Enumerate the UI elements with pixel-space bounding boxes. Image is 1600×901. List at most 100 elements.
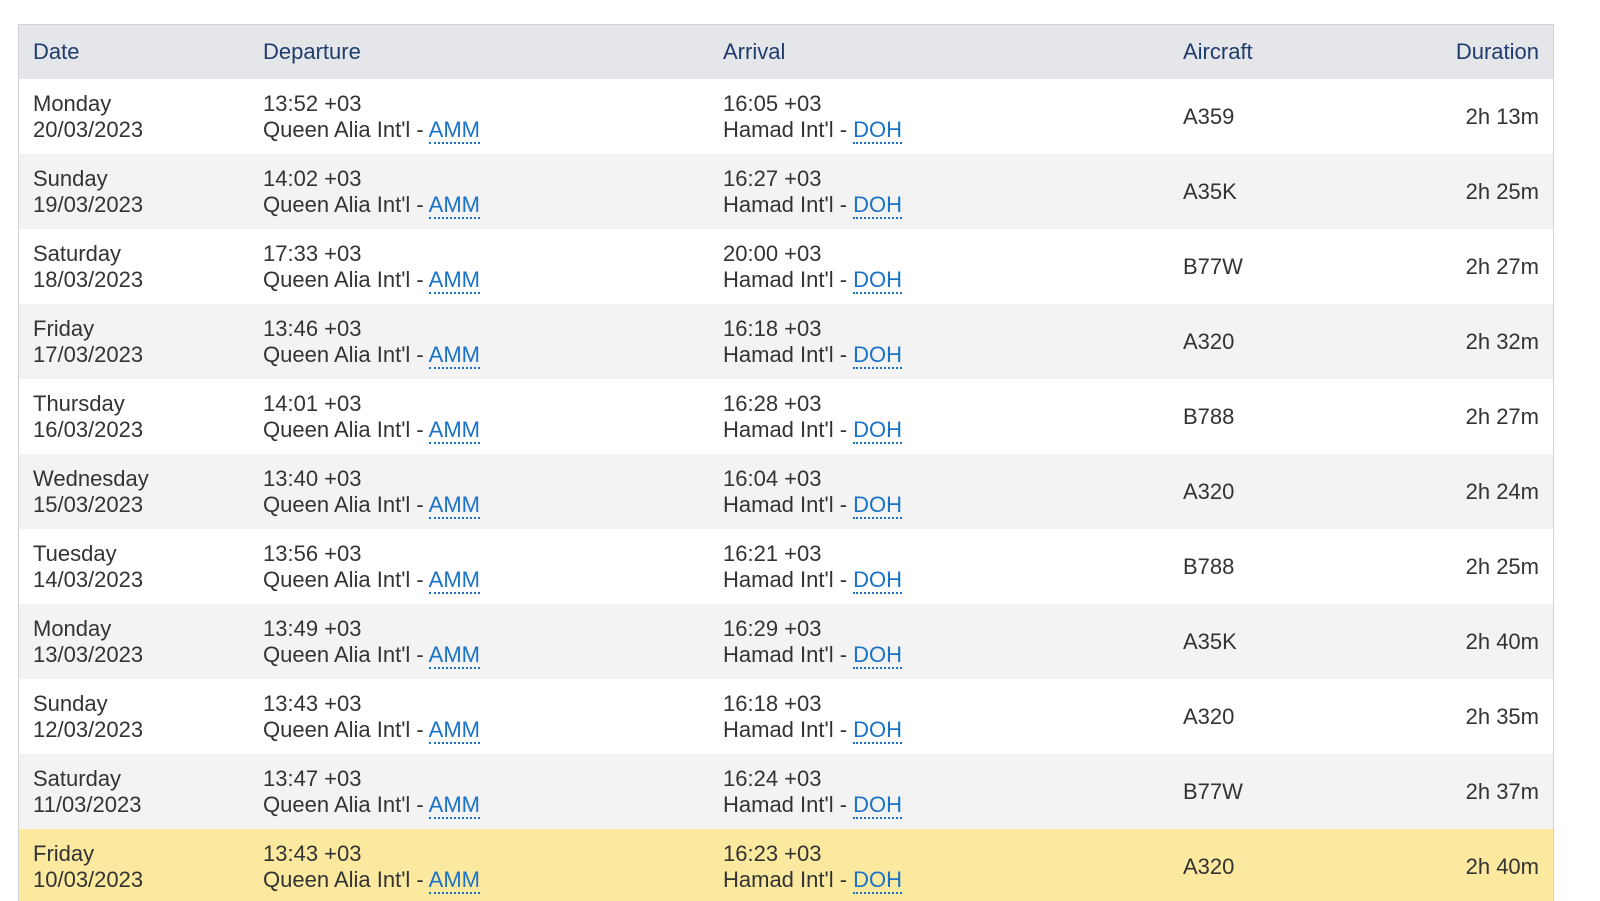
departure-airport-name: Queen Alia Int'l -	[263, 866, 429, 892]
arrival-airport: Hamad Int'l - DOH	[723, 716, 1169, 744]
column-header-duration[interactable]: Duration	[1389, 25, 1553, 79]
arrival-airport-name: Hamad Int'l -	[723, 116, 854, 142]
table-row[interactable]: Thursday 16/03/2023 14:01 +03 Queen Alia In…	[19, 379, 1553, 454]
departure-airport-code-link[interactable]: AMM	[428, 116, 480, 144]
date-cell: Saturday 11/03/2023	[19, 754, 249, 829]
departure-airport-code-link[interactable]: AMM	[428, 791, 480, 819]
table-row[interactable]: Monday 13/03/2023 13:49 +03 Queen Alia Int'…	[19, 604, 1553, 679]
arrival-airport: Hamad Int'l - DOH	[723, 866, 1169, 894]
weekday-text: Tuesday	[33, 540, 117, 566]
arrival-airport-code-link[interactable]: DOH	[853, 641, 903, 669]
departure-time: 13:47 +03	[263, 765, 362, 791]
aircraft-cell: A320	[1183, 328, 1235, 354]
arrival-airport-code-link[interactable]: DOH	[853, 191, 903, 219]
table-row[interactable]: Sunday 12/03/2023 13:43 +03 Queen Alia Int'…	[19, 679, 1553, 754]
departure-airport-code-link[interactable]: AMM	[428, 716, 480, 744]
date-cell: Friday 17/03/2023	[19, 304, 249, 379]
arrival-airport-code-link[interactable]: DOH	[853, 491, 903, 519]
departure-airport-code-link[interactable]: AMM	[428, 266, 480, 294]
aircraft-cell: B77W	[1183, 778, 1243, 804]
arrival-airport-name: Hamad Int'l -	[723, 866, 854, 892]
departure-cell: 13:46 +03 Queen Alia Int'l - AMM	[249, 304, 709, 379]
departure-airport: Queen Alia Int'l - AMM	[263, 491, 709, 519]
weekday-text: Sunday	[33, 690, 108, 716]
duration-cell: 2h 24m	[1465, 478, 1539, 504]
departure-airport-name: Queen Alia Int'l -	[263, 716, 429, 742]
date-cell: Sunday 12/03/2023	[19, 679, 249, 754]
arrival-airport-code-link[interactable]: DOH	[853, 566, 903, 594]
table-row-highlighted[interactable]: Friday 10/03/2023 13:43 +03 Queen Alia Int'…	[19, 829, 1553, 901]
arrival-airport-code-link[interactable]: DOH	[853, 116, 903, 144]
arrival-airport-code-link[interactable]: DOH	[853, 416, 903, 444]
arrival-time: 16:27 +03	[723, 165, 822, 191]
table-row[interactable]: Tuesday 14/03/2023 13:56 +03 Queen Alia Int…	[19, 529, 1553, 604]
departure-airport-code-link[interactable]: AMM	[428, 341, 480, 369]
departure-airport-code-link[interactable]: AMM	[428, 416, 480, 444]
weekday-text: Friday	[33, 840, 95, 866]
arrival-airport-code-link[interactable]: DOH	[853, 341, 903, 369]
column-header-date[interactable]: Date	[19, 25, 249, 79]
table-row[interactable]: Saturday 11/03/2023 13:47 +03 Queen Alia In…	[19, 754, 1553, 829]
arrival-airport-code-link[interactable]: DOH	[853, 866, 903, 894]
arrival-airport: Hamad Int'l - DOH	[723, 491, 1169, 519]
column-header-departure[interactable]: Departure	[249, 25, 709, 79]
departure-time: 13:40 +03	[263, 465, 362, 491]
flight-table: Date Departure Arrival Aircraft Duration…	[19, 25, 1553, 901]
arrival-airport: Hamad Int'l - DOH	[723, 191, 1169, 219]
date-cell: Monday 13/03/2023	[19, 604, 249, 679]
column-header-arrival[interactable]: Arrival	[709, 25, 1169, 79]
date-cell: Thursday 16/03/2023	[19, 379, 249, 454]
departure-time: 13:56 +03	[263, 540, 362, 566]
departure-time: 14:02 +03	[263, 165, 362, 191]
table-row[interactable]: Wednesday 15/03/2023 13:40 +03 Queen Alia I…	[19, 454, 1553, 529]
departure-time: 13:46 +03	[263, 315, 362, 341]
departure-airport-code-link[interactable]: AMM	[428, 191, 480, 219]
duration-cell: 2h 27m	[1465, 253, 1539, 279]
departure-cell: 13:56 +03 Queen Alia Int'l - AMM	[249, 529, 709, 604]
date-text: 19/03/2023	[33, 191, 144, 217]
date-text: 11/03/2023	[33, 791, 142, 817]
departure-airport-code-link[interactable]: AMM	[428, 491, 480, 519]
arrival-airport-name: Hamad Int'l -	[723, 791, 854, 817]
table-row[interactable]: Friday 17/03/2023 13:46 +03 Queen Alia Int'…	[19, 304, 1553, 379]
date-text: 10/03/2023	[33, 866, 144, 892]
departure-airport: Queen Alia Int'l - AMM	[263, 416, 709, 444]
date-text: 15/03/2023	[33, 491, 144, 517]
arrival-airport: Hamad Int'l - DOH	[723, 266, 1169, 294]
column-header-aircraft[interactable]: Aircraft	[1169, 25, 1389, 79]
departure-cell: 13:52 +03 Queen Alia Int'l - AMM	[249, 79, 709, 154]
arrival-airport-code-link[interactable]: DOH	[853, 791, 903, 819]
departure-airport-code-link[interactable]: AMM	[428, 641, 480, 669]
header-row: Date Departure Arrival Aircraft Duration	[19, 25, 1553, 79]
departure-airport-code-link[interactable]: AMM	[428, 566, 480, 594]
departure-airport: Queen Alia Int'l - AMM	[263, 641, 709, 669]
departure-cell: 14:01 +03 Queen Alia Int'l - AMM	[249, 379, 709, 454]
arrival-airport: Hamad Int'l - DOH	[723, 416, 1169, 444]
departure-airport: Queen Alia Int'l - AMM	[263, 716, 709, 744]
weekday-text: Wednesday	[33, 465, 149, 491]
date-text: 18/03/2023	[33, 266, 144, 292]
departure-airport-name: Queen Alia Int'l -	[263, 266, 429, 292]
date-text: 13/03/2023	[33, 641, 144, 667]
departure-airport-name: Queen Alia Int'l -	[263, 641, 429, 667]
table-row[interactable]: Sunday 19/03/2023 14:02 +03 Queen Alia Int'…	[19, 154, 1553, 229]
table-row[interactable]: Saturday 18/03/2023 17:33 +03 Queen Alia In…	[19, 229, 1553, 304]
arrival-cell: 16:28 +03 Hamad Int'l - DOH	[709, 379, 1169, 454]
table-row[interactable]: Monday 20/03/2023 13:52 +03 Queen Alia Int'…	[19, 79, 1553, 154]
departure-time: 14:01 +03	[263, 390, 362, 416]
departure-airport: Queen Alia Int'l - AMM	[263, 116, 709, 144]
arrival-airport-name: Hamad Int'l -	[723, 716, 854, 742]
departure-airport-name: Queen Alia Int'l -	[263, 491, 429, 517]
departure-airport-name: Queen Alia Int'l -	[263, 791, 429, 817]
arrival-time: 16:23 +03	[723, 840, 822, 866]
arrival-airport-code-link[interactable]: DOH	[853, 716, 903, 744]
departure-airport-code-link[interactable]: AMM	[428, 866, 480, 894]
arrival-cell: 16:18 +03 Hamad Int'l - DOH	[709, 679, 1169, 754]
arrival-time: 20:00 +03	[723, 240, 822, 266]
top-strip	[0, 0, 1600, 24]
departure-airport-name: Queen Alia Int'l -	[263, 116, 429, 142]
departure-cell: 13:43 +03 Queen Alia Int'l - AMM	[249, 829, 709, 901]
arrival-airport-code-link[interactable]: DOH	[853, 266, 903, 294]
arrival-airport: Hamad Int'l - DOH	[723, 116, 1169, 144]
aircraft-cell: A320	[1183, 478, 1235, 504]
